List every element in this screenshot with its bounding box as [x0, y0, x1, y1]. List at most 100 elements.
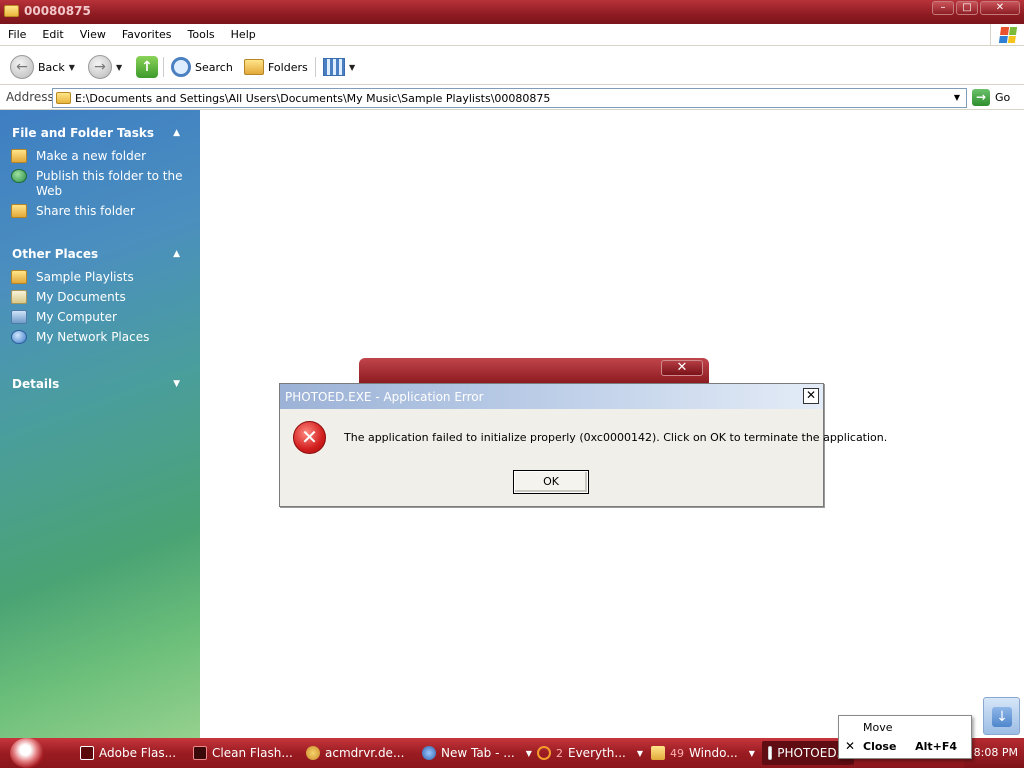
- go-label: Go: [995, 91, 1011, 104]
- details-section: Details ▼: [0, 373, 200, 395]
- views-icon: [323, 58, 345, 76]
- menu-help[interactable]: Help: [223, 28, 264, 41]
- down-arrow-icon: ↓: [992, 707, 1012, 727]
- expand-chevron-icon[interactable]: ▼: [173, 373, 180, 395]
- search-label: Search: [195, 60, 233, 74]
- adobe-flash-icon: [80, 746, 94, 760]
- window-titlebar[interactable]: 00080875 – □ ✕: [0, 0, 1024, 24]
- system-tray-clock[interactable]: 8:08 PM: [964, 738, 1024, 768]
- start-button[interactable]: [10, 738, 44, 768]
- back-button[interactable]: ← Back ▼: [10, 54, 75, 80]
- menu-item-label: Move: [863, 721, 893, 734]
- task-publish-folder[interactable]: Publish this folder to the Web: [0, 169, 200, 199]
- file-folder-tasks-section: File and Folder Tasks ▲ Make a new folde…: [0, 122, 200, 224]
- toolbar-separator: [163, 57, 164, 77]
- section-title: Details: [12, 377, 60, 391]
- error-message: The application failed to initialize pro…: [344, 431, 888, 444]
- scroll-down-button[interactable]: ↓: [983, 697, 1020, 735]
- menu-item-label: Close: [863, 740, 897, 753]
- menu-item-move[interactable]: Move: [839, 718, 971, 737]
- chevron-down-icon[interactable]: ▼: [950, 91, 964, 105]
- error-icon: ✕: [293, 421, 326, 454]
- taskbar-item-everything[interactable]: 2 Everyth... ▼: [537, 741, 643, 765]
- chevron-down-icon[interactable]: ▼: [637, 749, 643, 758]
- taskbar-label: Clean Flash...: [212, 746, 293, 760]
- forward-button[interactable]: → ▼: [88, 54, 122, 80]
- details-header[interactable]: Details ▼: [0, 373, 200, 395]
- menu-tools[interactable]: Tools: [180, 28, 223, 41]
- address-label: Address: [6, 90, 54, 104]
- folders-icon: [244, 59, 264, 75]
- menu-bar: File Edit View Favorites Tools Help: [0, 24, 1024, 46]
- close-icon: ✕: [845, 739, 856, 753]
- background-window-titlebar[interactable]: ✕: [359, 358, 709, 384]
- menu-item-shortcut: Alt+F4: [915, 740, 957, 753]
- file-folder-tasks-header[interactable]: File and Folder Tasks ▲: [0, 122, 200, 144]
- task-label: Make a new folder: [36, 149, 147, 163]
- my-documents-icon: [11, 290, 27, 304]
- taskbar-item-windows-explorer[interactable]: 49 Windo... ▼: [651, 741, 755, 765]
- views-button[interactable]: ▼: [323, 54, 355, 80]
- taskbar-item-clean-flash[interactable]: Clean Flash...: [193, 741, 293, 765]
- taskbar-item-adobe-flash[interactable]: Adobe Flas...: [80, 741, 176, 765]
- taskbar-item-new-tab[interactable]: New Tab - ... ▼: [422, 741, 532, 765]
- taskbar-label: Everyth...: [568, 746, 626, 760]
- folders-label: Folders: [268, 60, 308, 74]
- task-share-folder[interactable]: Share this folder: [0, 204, 200, 219]
- ok-button[interactable]: OK: [513, 470, 589, 494]
- task-label: Share this folder: [36, 204, 135, 218]
- dialog-title: PHOTOED.EXE - Application Error: [285, 390, 484, 404]
- window-controls: – □ ✕: [932, 1, 1020, 15]
- windows-logo-icon: [990, 24, 1024, 46]
- window-icon: [768, 746, 773, 760]
- chevron-down-icon[interactable]: ▼: [116, 63, 122, 72]
- window-count: 49: [670, 746, 684, 760]
- place-my-documents[interactable]: My Documents: [0, 290, 200, 305]
- menu-edit[interactable]: Edit: [34, 28, 71, 41]
- menu-view[interactable]: View: [72, 28, 114, 41]
- taskbar-item-acmdrvr[interactable]: acmdrvr.de...: [306, 741, 404, 765]
- other-places-section: Other Places ▲ Sample Playlists My Docum…: [0, 243, 200, 350]
- chevron-down-icon[interactable]: ▼: [526, 749, 532, 758]
- menu-favorites[interactable]: Favorites: [114, 28, 180, 41]
- chevron-down-icon[interactable]: ▼: [69, 63, 75, 72]
- window-count: 2: [556, 746, 563, 760]
- error-dialog: PHOTOED.EXE - Application Error ✕ ✕ The …: [279, 383, 887, 507]
- forward-arrow-icon: →: [88, 55, 112, 79]
- collapse-chevron-icon[interactable]: ▲: [173, 243, 180, 265]
- restore-button[interactable]: □: [956, 1, 978, 15]
- network-places-icon: [11, 330, 27, 344]
- task-make-new-folder[interactable]: Make a new folder: [0, 149, 200, 164]
- place-my-network-places[interactable]: My Network Places: [0, 330, 200, 345]
- menu-file[interactable]: File: [0, 28, 34, 41]
- chevron-down-icon[interactable]: ▼: [749, 749, 755, 758]
- folder-icon: [56, 92, 71, 104]
- folder-icon: [11, 270, 27, 284]
- minimize-button[interactable]: –: [932, 1, 954, 15]
- other-places-header[interactable]: Other Places ▲: [0, 243, 200, 265]
- collapse-chevron-icon[interactable]: ▲: [173, 122, 180, 144]
- taskbar-label: Windo...: [689, 746, 738, 760]
- close-icon[interactable]: ✕: [661, 360, 703, 376]
- go-button[interactable]: → Go: [972, 89, 1010, 106]
- search-button[interactable]: Search: [171, 54, 233, 80]
- folders-button[interactable]: Folders: [244, 54, 308, 80]
- go-arrow-icon: →: [972, 89, 990, 106]
- up-folder-button[interactable]: ↑: [136, 54, 158, 80]
- chevron-down-icon[interactable]: ▼: [349, 63, 355, 72]
- place-sample-playlists[interactable]: Sample Playlists: [0, 270, 200, 285]
- search-icon: [537, 746, 551, 760]
- back-label: Back: [38, 60, 65, 74]
- folder-icon: [4, 5, 19, 17]
- paint-icon: [306, 746, 320, 760]
- close-button[interactable]: ✕: [980, 1, 1020, 15]
- menu-item-close[interactable]: ✕ Close Alt+F4: [839, 737, 971, 756]
- dialog-titlebar[interactable]: PHOTOED.EXE - Application Error ✕: [280, 384, 823, 409]
- task-pane: File and Folder Tasks ▲ Make a new folde…: [0, 110, 200, 738]
- address-input[interactable]: E:\Documents and Settings\All Users\Docu…: [52, 88, 967, 108]
- up-arrow-icon: ↑: [136, 56, 158, 78]
- place-my-computer[interactable]: My Computer: [0, 310, 200, 325]
- dialog-close-button[interactable]: ✕: [803, 388, 819, 404]
- app-icon: [193, 746, 207, 760]
- place-label: My Network Places: [36, 330, 150, 344]
